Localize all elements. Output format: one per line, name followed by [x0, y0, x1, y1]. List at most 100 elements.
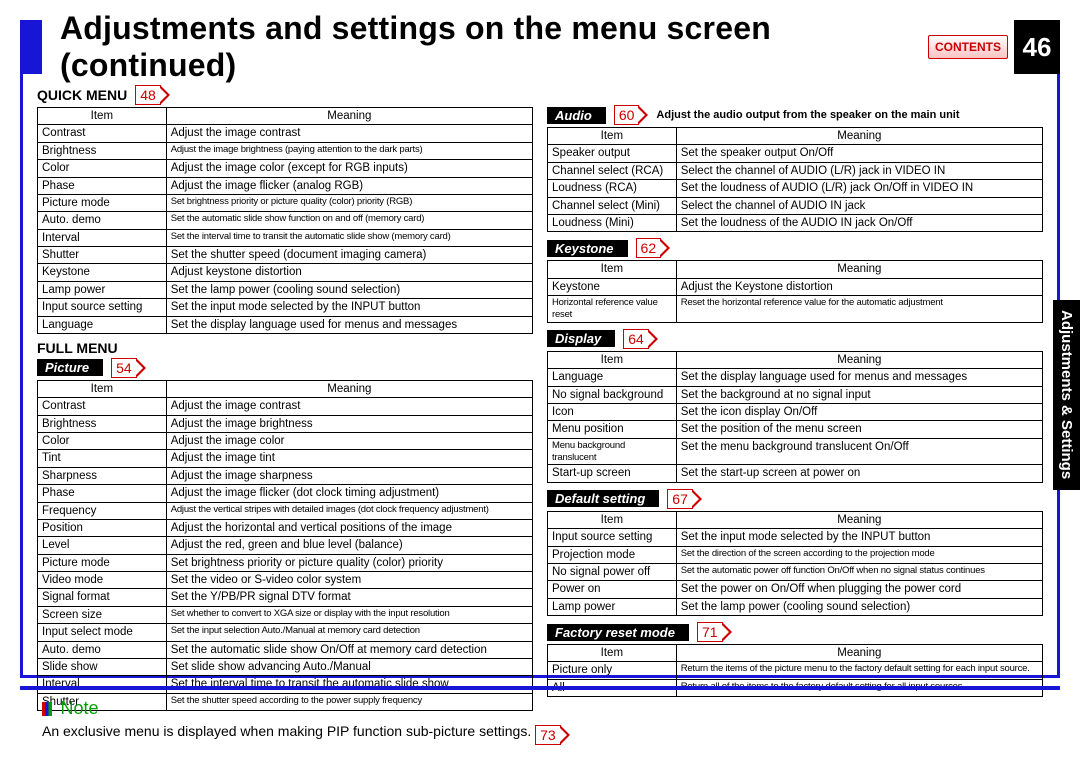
table-row: Speaker outputSet the speaker output On/…	[548, 145, 1043, 162]
table-row: ColorAdjust the image color	[38, 433, 533, 450]
table-cell-item: Contrast	[38, 125, 167, 142]
keystone-label: Keystone	[547, 240, 628, 257]
table-cell-meaning: Set the display language used for menus …	[676, 369, 1042, 386]
page-ref-link[interactable]: 71	[697, 622, 732, 642]
table-row: BrightnessAdjust the image brightness	[38, 415, 533, 432]
quick-menu-header: QUICK MENU 48	[37, 85, 533, 105]
page-ref-link[interactable]: 60	[614, 105, 649, 125]
table-cell-item: Color	[38, 433, 167, 450]
default-setting-table: ItemMeaningInput source settingSet the i…	[547, 511, 1043, 616]
table-cell-item: Menu position	[548, 421, 677, 438]
table-cell-item: Horizontal reference value reset	[548, 296, 677, 323]
table-row: Signal formatSet the Y/PB/PR signal DTV …	[38, 589, 533, 606]
display-header: Display 64	[547, 329, 1043, 349]
arrow-right-icon	[660, 238, 670, 258]
table-cell-meaning: Set the input mode selected by the INPUT…	[166, 299, 532, 316]
table-row: Lamp powerSet the lamp power (cooling so…	[38, 281, 533, 298]
side-tab-label: Adjustments & Settings	[1053, 300, 1079, 490]
table-cell-item: Picture only	[548, 662, 677, 679]
table-cell-meaning: Set the input mode selected by the INPUT…	[676, 529, 1042, 546]
table-row: Channel select (Mini)Select the channel …	[548, 197, 1043, 214]
quick-menu-label: QUICK MENU	[37, 87, 127, 103]
contents-button[interactable]: CONTENTS	[928, 35, 1008, 59]
table-header: Meaning	[676, 128, 1042, 145]
table-cell-meaning: Set the automatic slide show function on…	[166, 212, 532, 229]
table-cell-item: Phase	[38, 485, 167, 502]
arrow-right-icon	[638, 105, 648, 125]
table-cell-meaning: Return the items of the picture menu to …	[676, 662, 1042, 679]
table-cell-item: Frequency	[38, 502, 167, 519]
table-row: BrightnessAdjust the image brightness (p…	[38, 142, 533, 159]
table-cell-item: Channel select (Mini)	[548, 197, 677, 214]
table-cell-item: Tint	[38, 450, 167, 467]
table-header: Meaning	[166, 108, 532, 125]
arrow-right-icon	[648, 329, 658, 349]
default-setting-label: Default setting	[547, 490, 659, 507]
table-cell-meaning: Set the lamp power (cooling sound select…	[676, 598, 1042, 615]
table-cell-meaning: Set the background at no signal input	[676, 386, 1042, 403]
table-cell-meaning: Set the input selection Auto./Manual at …	[166, 624, 532, 641]
table-row: Horizontal reference value resetReset th…	[548, 296, 1043, 323]
table-cell-meaning: Set the speaker output On/Off	[676, 145, 1042, 162]
table-row: IntervalSet the interval time to transit…	[38, 229, 533, 246]
table-row: Input select modeSet the input selection…	[38, 624, 533, 641]
table-cell-item: Contrast	[38, 398, 167, 415]
table-cell-item: Power on	[548, 581, 677, 598]
note-label: Note	[60, 698, 98, 718]
table-cell-item: Channel select (RCA)	[548, 162, 677, 179]
picture-header: Picture 54	[37, 358, 533, 378]
table-cell-item: Start-up screen	[548, 465, 677, 482]
table-row: ContrastAdjust the image contrast	[38, 398, 533, 415]
table-header: Item	[548, 351, 677, 368]
table-cell-meaning: Set the automatic slide show On/Off at m…	[166, 641, 532, 658]
table-row: LanguageSet the display language used fo…	[548, 369, 1043, 386]
page-ref-number: 48	[135, 85, 161, 105]
left-column: QUICK MENU 48 ItemMeaningContrastAdjust …	[37, 81, 533, 667]
note-text: An exclusive menu is displayed when maki…	[42, 723, 531, 739]
table-cell-meaning: Adjust the image flicker (dot clock timi…	[166, 485, 532, 502]
page-ref-link[interactable]: 62	[636, 238, 671, 258]
table-cell-item: Language	[38, 316, 167, 333]
table-cell-meaning: Set brightness priority or picture quali…	[166, 194, 532, 211]
page-ref-number: 60	[614, 105, 640, 125]
table-cell-item: Screen size	[38, 606, 167, 623]
table-cell-meaning: Select the channel of AUDIO IN jack	[676, 197, 1042, 214]
page-ref-link[interactable]: 64	[623, 329, 658, 349]
table-row: KeystoneAdjust the Keystone distortion	[548, 278, 1043, 295]
table-row: Picture modeSet brightness priority or p…	[38, 194, 533, 211]
table-row: ContrastAdjust the image contrast	[38, 125, 533, 142]
table-row: TintAdjust the image tint	[38, 450, 533, 467]
page-ref-link[interactable]: 48	[135, 85, 170, 105]
note-icon	[42, 702, 52, 716]
table-header: Meaning	[166, 380, 532, 397]
default-setting-header: Default setting 67	[547, 489, 1043, 509]
table-cell-item: Speaker output	[548, 145, 677, 162]
table-cell-meaning: Set the start-up screen at power on	[676, 465, 1042, 482]
table-row: PositionAdjust the horizontal and vertic…	[38, 519, 533, 536]
table-cell-item: Lamp power	[38, 281, 167, 298]
table-cell-item: Color	[38, 160, 167, 177]
page-ref-number: 73	[535, 725, 561, 745]
page-ref-link[interactable]: 54	[111, 358, 146, 378]
table-cell-item: Picture mode	[38, 194, 167, 211]
table-cell-item: Menu background translucent	[548, 438, 677, 465]
right-column: Audio 60 Adjust the audio output from th…	[547, 81, 1043, 667]
table-header: Item	[548, 128, 677, 145]
page-title: Adjustments and settings on the menu scr…	[42, 10, 928, 84]
table-cell-meaning: Set the direction of the screen accordin…	[676, 546, 1042, 563]
table-row: Picture onlyReturn the items of the pict…	[548, 662, 1043, 679]
page-ref-link[interactable]: 73	[535, 725, 570, 745]
keystone-table: ItemMeaningKeystoneAdjust the Keystone d…	[547, 260, 1043, 323]
table-cell-meaning: Adjust the image sharpness	[166, 467, 532, 484]
table-row: KeystoneAdjust keystone distortion	[38, 264, 533, 281]
table-header: Item	[38, 380, 167, 397]
table-cell-item: Video mode	[38, 572, 167, 589]
table-row: Loudness (RCA)Set the loudness of AUDIO …	[548, 180, 1043, 197]
table-row: PhaseAdjust the image flicker (analog RG…	[38, 177, 533, 194]
page-ref-link[interactable]: 67	[667, 489, 702, 509]
table-cell-meaning: Reset the horizontal reference value for…	[676, 296, 1042, 323]
page-ref-number: 64	[623, 329, 649, 349]
table-cell-meaning: Set slide show advancing Auto./Manual	[166, 658, 532, 675]
table-cell-item: Keystone	[38, 264, 167, 281]
keystone-header: Keystone 62	[547, 238, 1043, 258]
